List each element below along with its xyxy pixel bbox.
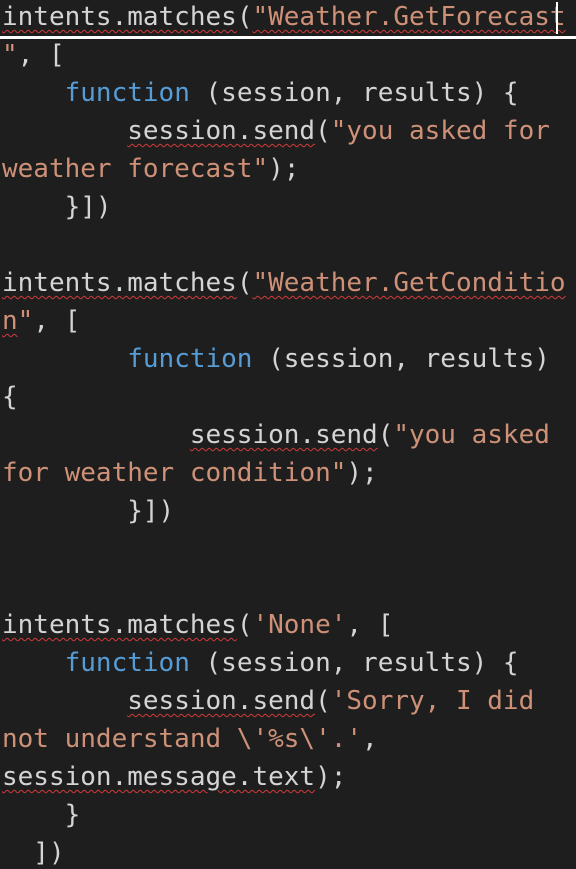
- code-token: }: [2, 800, 81, 830]
- code-token: (: [315, 686, 331, 716]
- code-token: , [: [17, 40, 65, 70]
- code-token: (session, results): [252, 344, 550, 374]
- code-line[interactable]: intents.matches("Weather.GetForecast: [2, 0, 566, 36]
- code-string: "you asked for: [330, 116, 550, 146]
- selection-rule: [0, 36, 576, 39]
- code-token: {: [2, 382, 18, 412]
- code-token: (: [315, 116, 331, 146]
- code-line[interactable]: }]): [2, 492, 174, 530]
- code-line[interactable]: }]): [2, 188, 112, 226]
- code-token: (: [236, 2, 253, 32]
- code-string: not understand \'%s\'.': [2, 724, 363, 754]
- code-keyword: function: [64, 78, 190, 108]
- code-line[interactable]: function (session, results) {: [2, 74, 519, 112]
- code-line[interactable]: session.send('Sorry, I did: [2, 682, 534, 720]
- code-string: weather forecast": [2, 154, 269, 184]
- code-keyword: function: [127, 344, 253, 374]
- code-line[interactable]: ]): [2, 834, 65, 869]
- code-token: , [: [346, 610, 394, 640]
- code-line[interactable]: intents.matches('None', [: [2, 606, 393, 644]
- code-token: session.send: [189, 420, 378, 450]
- text-cursor: [556, 2, 558, 34]
- code-line[interactable]: {: [2, 378, 18, 416]
- code-token: (session, results) {: [189, 648, 519, 678]
- code-token: ,: [362, 724, 378, 754]
- code-token: (: [377, 420, 394, 450]
- code-string: ": [2, 40, 18, 70]
- code-editor[interactable]: intents.matches("Weather.GetForecast ", […: [0, 0, 576, 869]
- code-token: session.message.text: [2, 762, 316, 792]
- code-line[interactable]: not understand \'%s\'.',: [2, 720, 378, 758]
- code-token: , [: [33, 306, 81, 336]
- code-token: );: [315, 762, 347, 792]
- code-token: intents.matches: [2, 610, 237, 640]
- code-string: "Weather.GetForecast: [252, 2, 566, 32]
- code-string: for weather condition": [2, 458, 347, 488]
- code-token: }]): [2, 192, 112, 222]
- code-token: }]): [2, 496, 175, 526]
- code-token: (: [236, 610, 253, 640]
- code-token: session.send: [127, 116, 316, 146]
- code-line[interactable]: session.send("you asked for: [2, 112, 550, 150]
- code-string: n: [2, 306, 18, 336]
- code-line[interactable]: session.message.text);: [2, 758, 346, 796]
- code-line[interactable]: intents.matches("Weather.GetConditio: [2, 264, 566, 302]
- code-token: );: [346, 458, 378, 488]
- code-keyword: function: [64, 648, 190, 678]
- code-line[interactable]: ", [: [2, 36, 65, 74]
- code-string: "you asked: [393, 420, 550, 450]
- code-token: ]): [2, 838, 65, 868]
- code-token: session.send: [127, 686, 316, 716]
- code-token: (session, results) {: [189, 78, 519, 108]
- code-string: 'None': [252, 610, 347, 640]
- code-token: intents.matches: [2, 2, 237, 32]
- code-line[interactable]: function (session, results): [2, 340, 550, 378]
- code-line[interactable]: session.send("you asked: [2, 416, 550, 454]
- code-line[interactable]: for weather condition");: [2, 454, 378, 492]
- code-line[interactable]: weather forecast");: [2, 150, 299, 188]
- code-string: 'Sorry, I did: [330, 686, 535, 716]
- code-string: ": [17, 306, 34, 336]
- code-string: "Weather.GetConditio: [252, 268, 566, 298]
- code-token: intents.matches: [2, 268, 237, 298]
- code-line[interactable]: n", [: [2, 302, 80, 340]
- code-token: (: [236, 268, 253, 298]
- code-line[interactable]: function (session, results) {: [2, 644, 519, 682]
- code-line[interactable]: }: [2, 796, 81, 834]
- code-token: );: [268, 154, 300, 184]
